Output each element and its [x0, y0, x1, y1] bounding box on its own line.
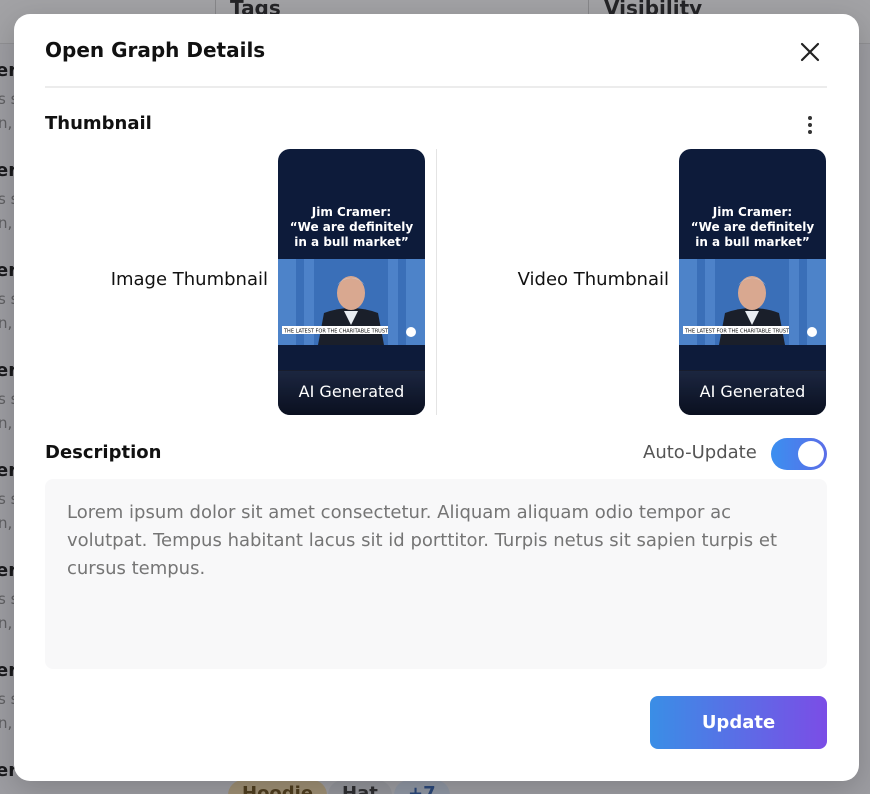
kebab-menu-icon[interactable]	[800, 114, 820, 136]
description-textarea[interactable]	[45, 479, 827, 669]
thumbnail-photo: THE LATEST FOR THE CHARITABLE TRUST	[679, 259, 826, 345]
auto-update-toggle[interactable]	[771, 438, 827, 470]
description-section-label: Description	[45, 442, 162, 463]
ai-generated-badge: AI Generated	[679, 370, 826, 415]
update-button[interactable]: Update	[650, 696, 827, 749]
thumbnail-quote: Jim Cramer: “We are definitely in a bull…	[289, 205, 414, 249]
image-thumbnail-card[interactable]: Jim Cramer: “We are definitely in a bull…	[278, 149, 425, 415]
thumbnail-section-label: Thumbnail	[45, 113, 152, 134]
close-button[interactable]	[796, 38, 824, 66]
open-graph-modal: Open Graph Details Thumbnail Image Thumb…	[14, 14, 859, 781]
toggle-knob	[798, 441, 824, 467]
close-icon	[800, 42, 820, 62]
header-divider	[45, 86, 827, 88]
svg-text:THE LATEST FOR THE CHARITABLE: THE LATEST FOR THE CHARITABLE TRUST	[684, 329, 790, 335]
thumbnail-photo: THE LATEST FOR THE CHARITABLE TRUST	[278, 259, 425, 345]
auto-update-label: Auto-Update	[643, 442, 757, 463]
thumbnail-quote: Jim Cramer: “We are definitely in a bull…	[690, 205, 815, 249]
video-thumbnail-card[interactable]: Jim Cramer: “We are definitely in a bull…	[679, 149, 826, 415]
thumbnail-divider	[436, 149, 437, 415]
image-thumbnail-label: Image Thumbnail	[110, 269, 268, 290]
video-thumbnail-label: Video Thumbnail	[517, 269, 669, 290]
ai-generated-badge: AI Generated	[278, 370, 425, 415]
svg-text:THE LATEST FOR THE CHARITABLE: THE LATEST FOR THE CHARITABLE TRUST	[283, 329, 389, 335]
modal-title: Open Graph Details	[45, 38, 266, 62]
